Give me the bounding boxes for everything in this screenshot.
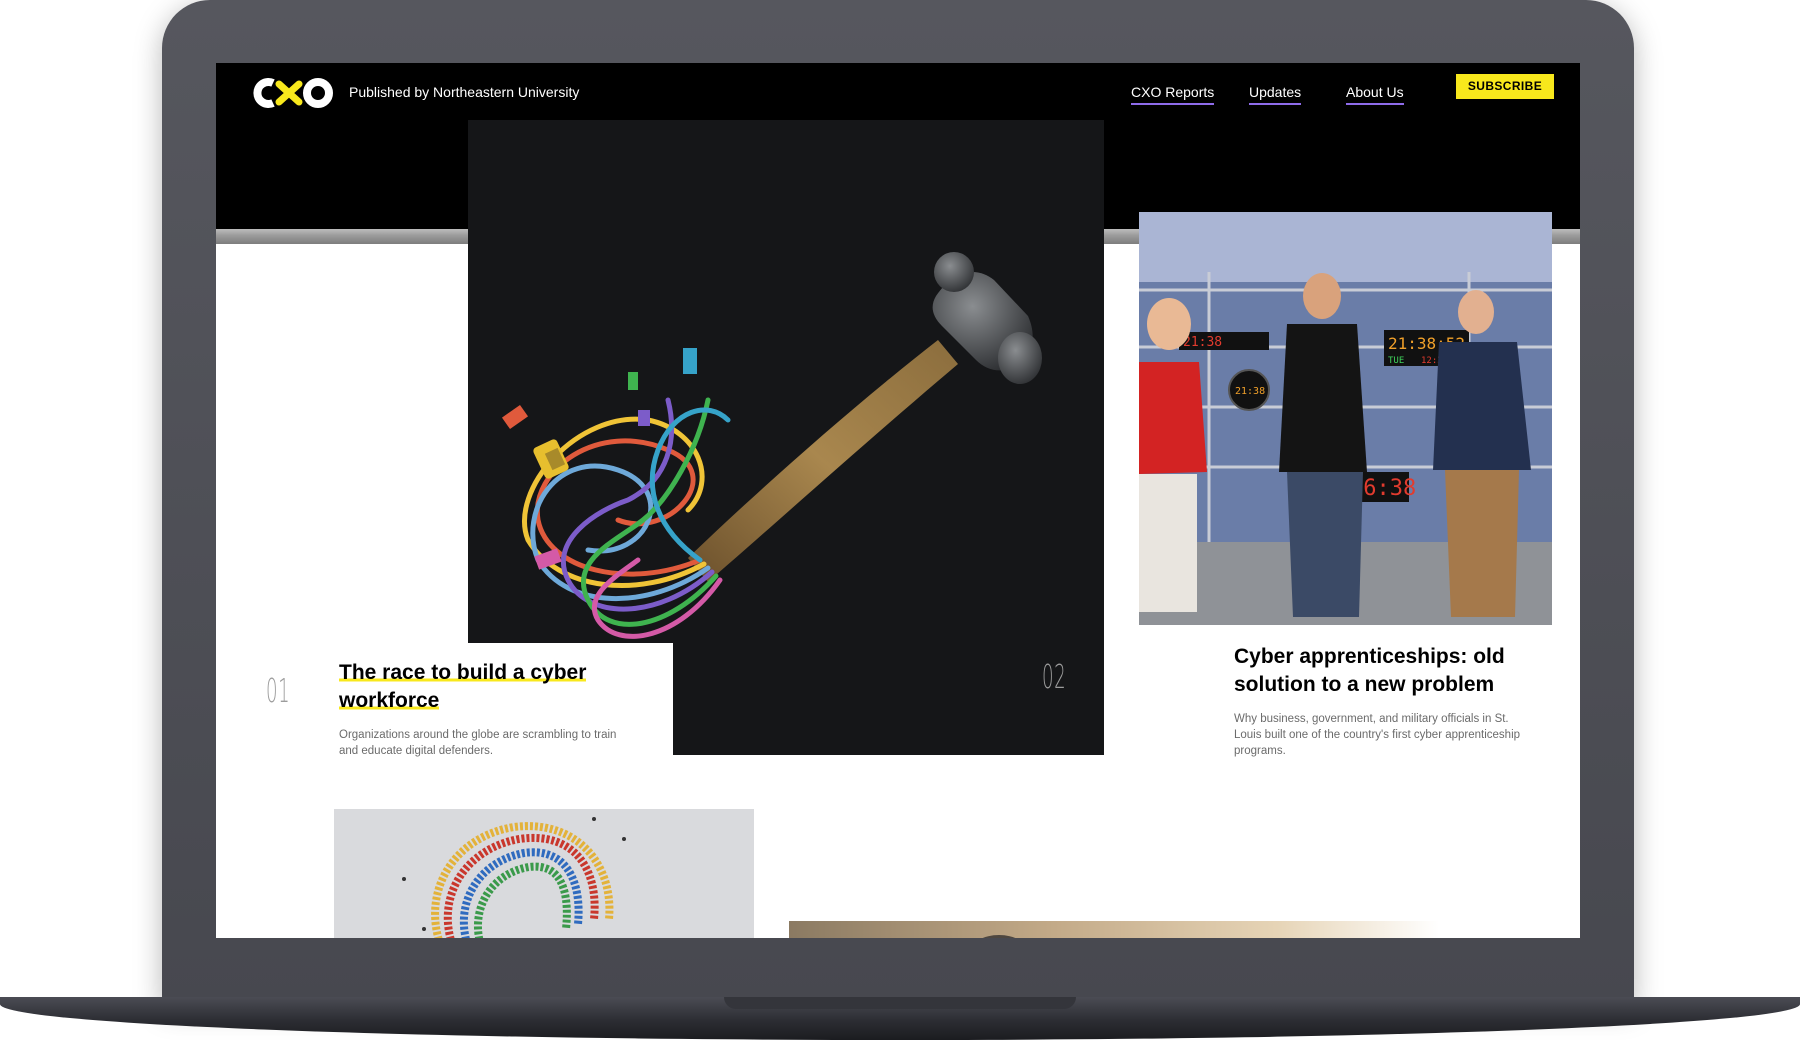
article-title-1[interactable]: The race to build a cyber workforce — [339, 659, 639, 715]
desert-illustration — [982, 935, 1016, 938]
published-by-text: Published by Northeastern University — [349, 84, 580, 100]
clock-readout: 21:38 — [1235, 386, 1265, 397]
article-number: 02 — [1042, 657, 1067, 696]
article-description-1: Organizations around the globe are scram… — [339, 729, 617, 757]
nav-link-about-us[interactable]: About Us — [1346, 77, 1404, 107]
nav-label: CXO Reports — [1131, 84, 1215, 105]
laptop-notch — [724, 997, 1076, 1009]
article-title-text: The race to build a cyber workforce — [339, 661, 587, 712]
article-description-2: Why business, government, and military o… — [1234, 713, 1521, 757]
nav-label: About Us — [1346, 84, 1404, 105]
article-image-4-desert[interactable] — [789, 921, 1439, 938]
nav-label: Updates — [1249, 84, 1302, 105]
article-number: 01 — [266, 671, 291, 710]
clock-readout: TUE — [1388, 356, 1404, 366]
cxo-logo[interactable] — [247, 72, 335, 114]
cxo-logo-icon — [253, 78, 333, 108]
browser-screen: Published by Northeastern University CXO… — [216, 63, 1580, 938]
nav-link-updates[interactable]: Updates — [1249, 77, 1302, 107]
crowd-illustration — [402, 817, 626, 938]
apprentices-photo-illustration: 21:38 21:38 21:38:52 TUE 12:3 18 16:38 — [1139, 212, 1552, 625]
article-image-3-crowd[interactable] — [334, 809, 754, 938]
laptop-base — [0, 997, 1800, 1040]
subscribe-button[interactable]: SUBSCRIBE — [1456, 74, 1554, 99]
nav-link-cxo-reports[interactable]: CXO Reports — [1131, 77, 1215, 107]
clock-readout: 21:38 — [1183, 335, 1222, 350]
article-image-2-apprentices[interactable]: 21:38 21:38 21:38:52 TUE 12:3 18 16:38 — [1139, 212, 1552, 625]
article-title-2[interactable]: Cyber apprenticeships: old solution to a… — [1234, 643, 1544, 699]
